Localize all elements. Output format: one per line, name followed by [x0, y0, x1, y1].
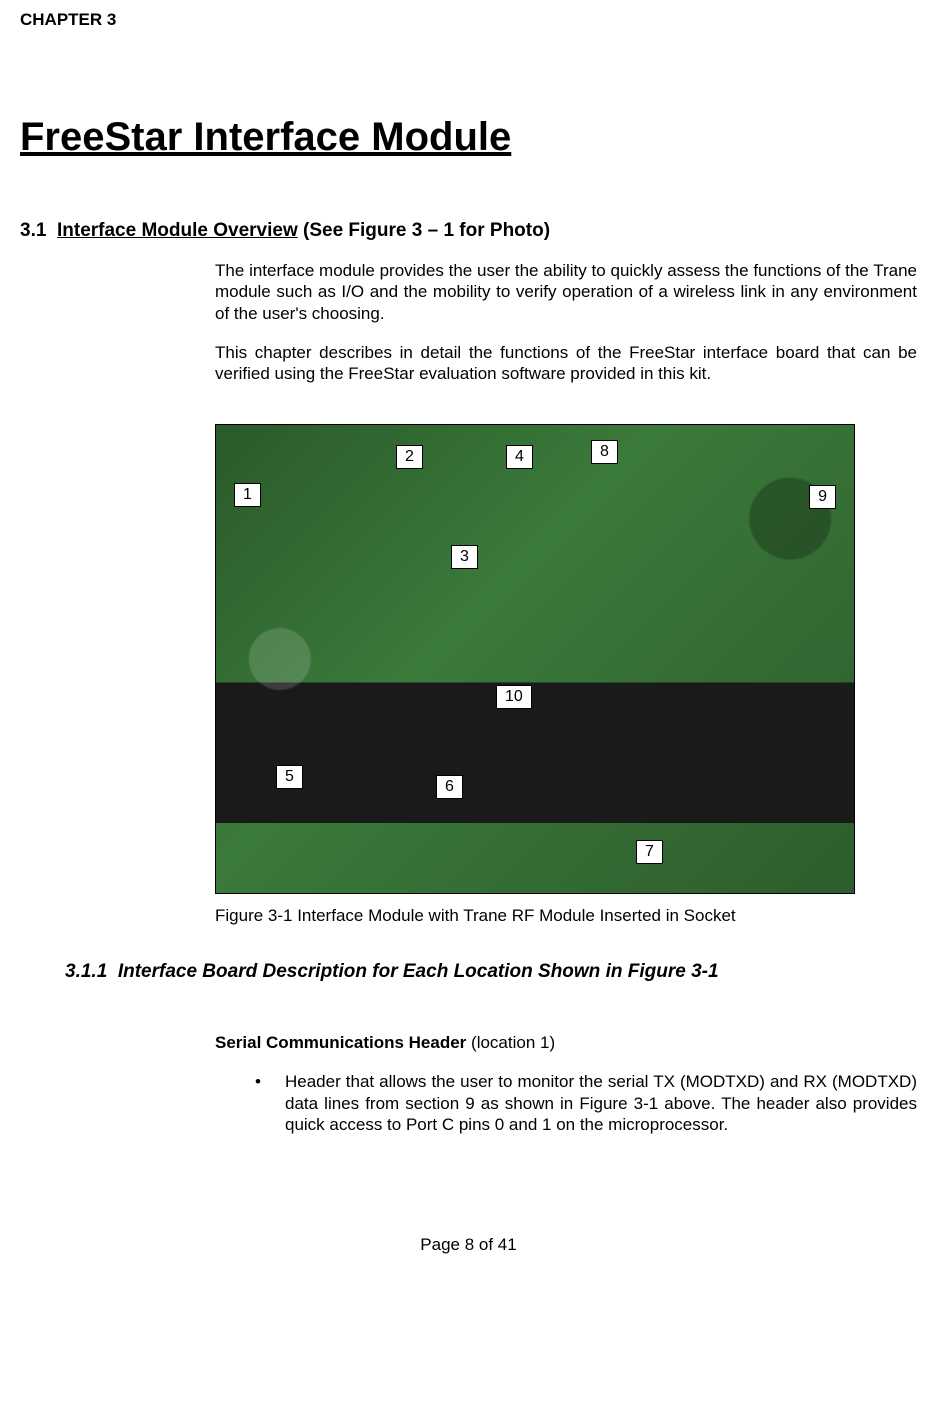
figure-container: 2 4 8 1 9 3 10 5 6 7: [215, 424, 917, 894]
bullet-item: •Header that allows the user to monitor …: [255, 1071, 917, 1135]
callout-6: 6: [436, 775, 463, 799]
section-title-plain: (See Figure 3 – 1 for Photo): [298, 220, 550, 241]
subsection-title: Interface Board Description for Each Loc…: [118, 961, 719, 982]
subsection-heading: 3.1.1 Interface Board Description for Ea…: [65, 961, 917, 983]
item-heading-bold: Serial Communications Header: [215, 1033, 466, 1052]
callout-2: 2: [396, 445, 423, 469]
bullet-icon: •: [255, 1071, 285, 1092]
callout-7: 7: [636, 840, 663, 864]
callout-3: 3: [451, 545, 478, 569]
chapter-title: FreeStar Interface Module: [20, 115, 917, 160]
item-heading-plain: (location 1): [466, 1033, 555, 1052]
callout-5: 5: [276, 765, 303, 789]
section-number: 3.1: [20, 220, 46, 241]
figure-caption: Figure 3-1 Interface Module with Trane R…: [215, 906, 917, 926]
section-title-underlined: Interface Module Overview: [57, 220, 298, 241]
section-heading: 3.1 Interface Module Overview (See Figur…: [20, 220, 917, 242]
callout-8: 8: [591, 440, 618, 464]
page-footer: Page 8 of 41: [20, 1235, 917, 1255]
bullet-text: Header that allows the user to monitor t…: [285, 1072, 917, 1134]
section-para-2: This chapter describes in detail the fun…: [215, 342, 917, 385]
subsection-number: 3.1.1: [65, 961, 107, 982]
figure-image: 2 4 8 1 9 3 10 5 6 7: [215, 424, 855, 894]
callout-10: 10: [496, 685, 532, 709]
item-heading: Serial Communications Header (location 1…: [215, 1033, 917, 1053]
callout-1: 1: [234, 483, 261, 507]
chapter-label: CHAPTER 3: [20, 10, 917, 30]
callout-4: 4: [506, 445, 533, 469]
callout-9: 9: [809, 485, 836, 509]
section-para-1: The interface module provides the user t…: [215, 260, 917, 324]
